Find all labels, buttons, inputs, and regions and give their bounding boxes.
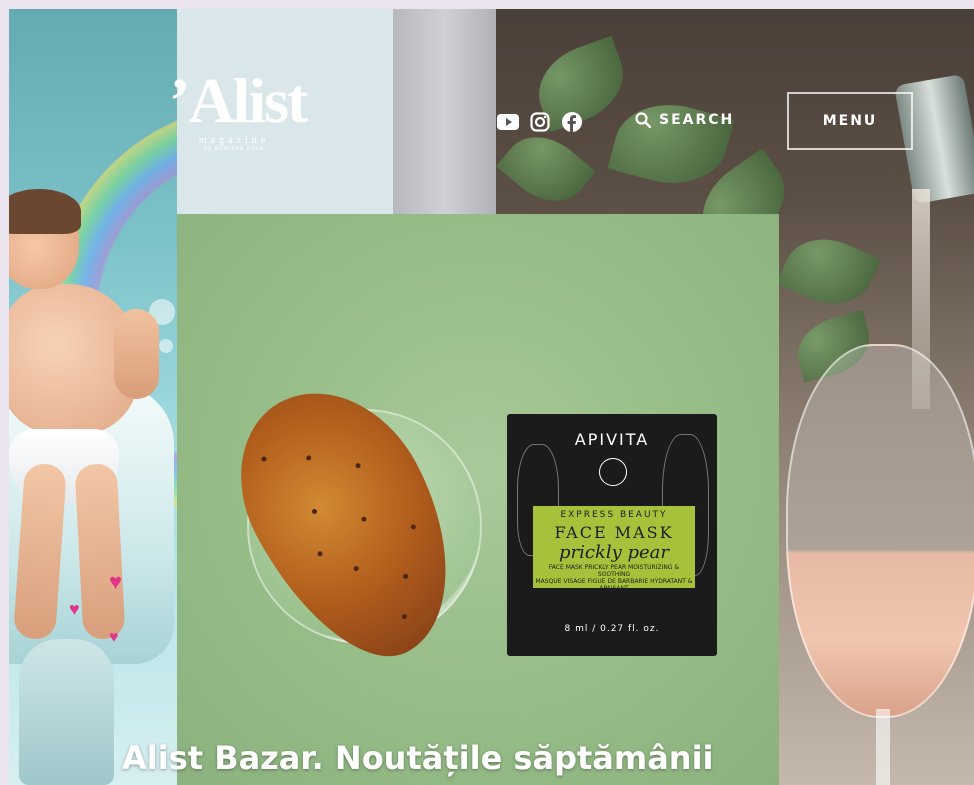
wine-glass [786,344,974,718]
menu-label: MENU [822,113,878,129]
baby-arm [114,309,159,399]
sachet-brand: APIVITA [574,430,650,449]
sachet-volume: 8 ml / 0.27 fl. oz. [564,624,660,634]
instagram-icon[interactable] [528,110,552,134]
gray-image-strip [393,9,496,214]
logo-wordmark: ’Alist [169,65,308,136]
social-links [496,110,584,134]
featured-article-title[interactable]: Alist Bazar. Noutățile săptămânii [122,739,714,777]
sachet-fine-en: FACE MASK PRICKLY PEAR MOISTURIZING & SO… [548,564,680,578]
heart-icon: ♥ [109,629,119,646]
face-mask-sachet: APIVITA EXPRESS BEAUTY FACE MASK prickly… [507,414,717,656]
menu-button[interactable]: MENU [787,92,913,150]
logo-subtitle: magazine [198,135,270,146]
search-label: SEARCH [659,112,735,128]
search-icon [635,112,651,128]
wine-glass-stem [876,709,890,785]
sachet-product-name: FACE MASK [554,523,674,542]
search-button[interactable]: SEARCH [635,112,734,128]
bathtub-foot [19,639,114,785]
baby-bathtub-image[interactable]: ♥ ♥ ♥ [9,9,177,785]
heart-icon: ♥ [109,569,123,594]
sachet-fine-print: FACE MASK PRICKLY PEAR MOISTURIZING & SO… [533,564,695,592]
baby-hair [9,189,81,234]
sachet-variant: prickly pear [558,542,670,563]
heart-icon: ♥ [69,599,80,619]
logo-byline: by Andreea Esca [203,146,265,152]
hero-collage: ♥ ♥ ♥ APIVITA EXPRESS BEAUTY FACE MASK p… [9,9,974,785]
sachet-fine-fr: MASQUE VISAGE FIGUE DE BARBARIE HYDRATAN… [535,578,693,592]
leaf [607,91,735,197]
leaf [776,224,881,319]
leaf [496,120,596,218]
bubble [159,339,173,353]
site-logo[interactable]: ’Alist magazine by Andreea Esca [169,65,308,199]
sachet-label: EXPRESS BEAUTY FACE MASK prickly pear FA… [533,506,695,592]
youtube-icon[interactable] [496,110,520,134]
featured-article-image[interactable]: APIVITA EXPRESS BEAUTY FACE MASK prickly… [177,214,779,785]
facebook-icon[interactable] [560,110,584,134]
sachet-line: EXPRESS BEAUTY [560,510,668,520]
bee-logo-icon [599,458,627,486]
